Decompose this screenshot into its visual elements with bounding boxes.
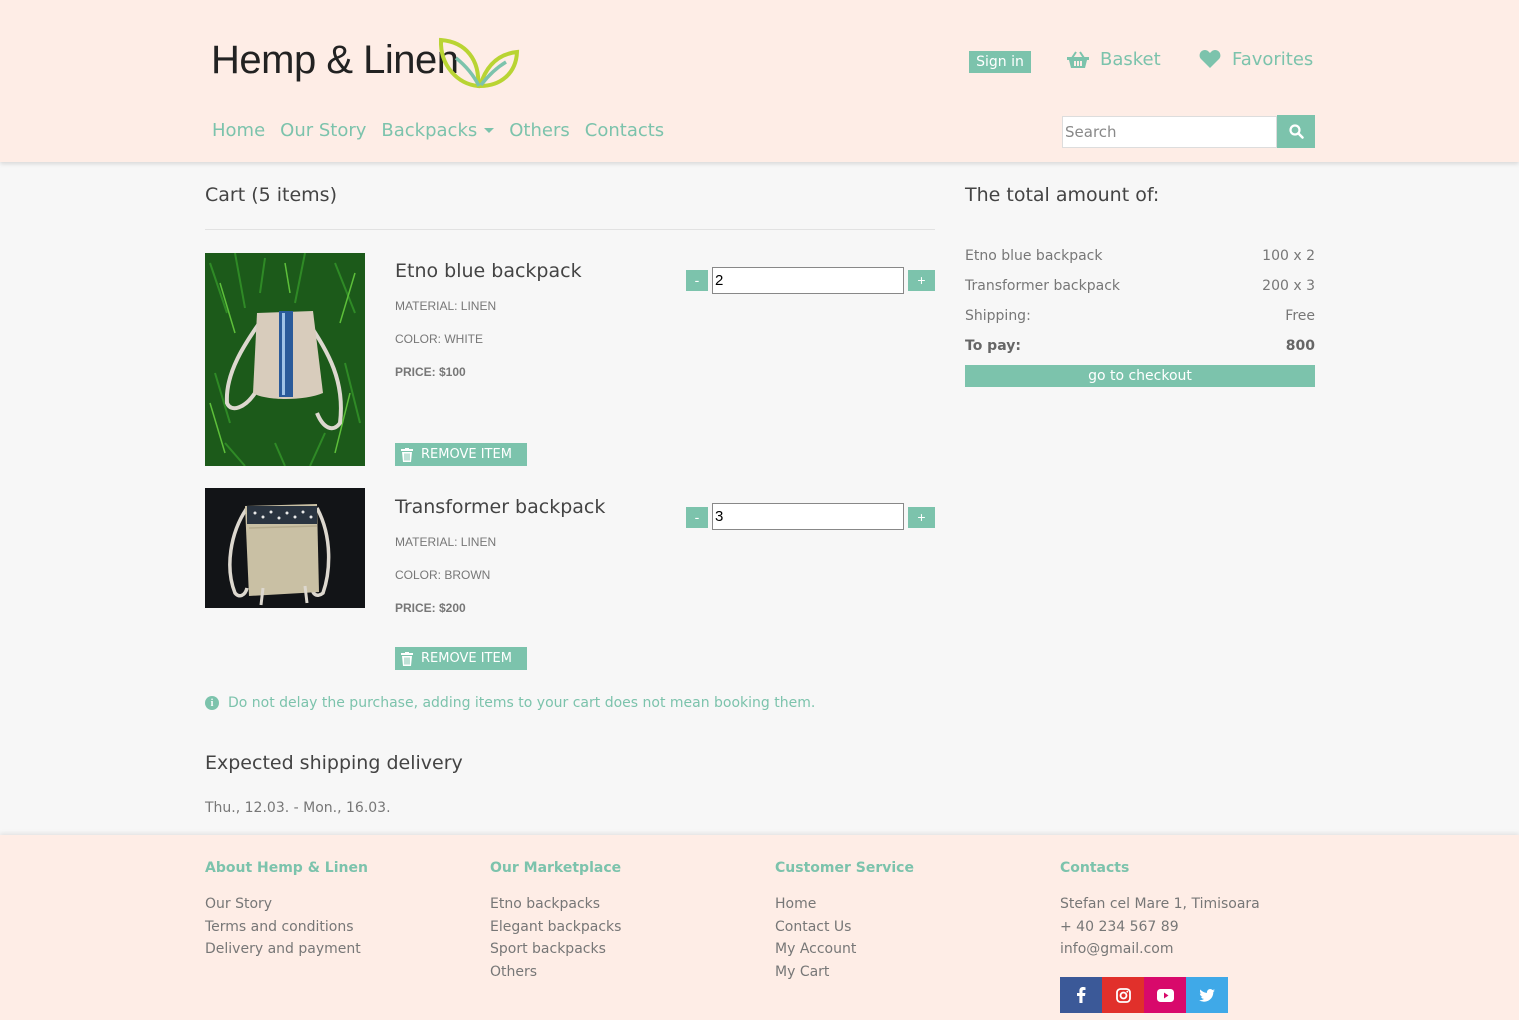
footer-link[interactable]: Home bbox=[775, 893, 914, 916]
footer-column-customer-service: Customer Service Home Contact Us My Acco… bbox=[775, 860, 914, 984]
qty-input[interactable] bbox=[712, 267, 904, 294]
remove-item-button[interactable]: REMOVE ITEM bbox=[395, 647, 527, 670]
summary-row: Transformer backpack 200 x 3 bbox=[965, 278, 1315, 294]
cart-notice-text: Do not delay the purchase, adding items … bbox=[228, 695, 816, 711]
cart-notice: i Do not delay the purchase, adding item… bbox=[205, 695, 815, 711]
footer-phone: + 40 234 567 89 bbox=[1060, 918, 1179, 935]
item-color: COLOR: WHITE bbox=[395, 332, 484, 346]
qty-increase-button[interactable]: + bbox=[908, 507, 935, 528]
item-price: PRICE: $100 bbox=[395, 365, 466, 379]
cart-divider bbox=[205, 229, 935, 230]
footer-link[interactable]: Terms and conditions bbox=[205, 916, 368, 939]
info-icon: i bbox=[205, 696, 219, 710]
caret-down-icon bbox=[484, 128, 495, 133]
summary-total-row: To pay: 800 bbox=[965, 338, 1315, 354]
footer-address: Stefan cel Mare 1, Timisoara bbox=[1060, 896, 1260, 912]
facebook-icon[interactable] bbox=[1060, 977, 1102, 1013]
summary-total-value: 800 bbox=[1285, 338, 1315, 354]
nav-others[interactable]: Others bbox=[509, 120, 570, 141]
instagram-icon[interactable] bbox=[1102, 977, 1144, 1013]
nav-home[interactable]: Home bbox=[212, 120, 265, 141]
basket-link[interactable]: Basket bbox=[1067, 49, 1161, 70]
qty-decrease-button[interactable]: - bbox=[686, 507, 708, 528]
item-material: MATERIAL: LINEN bbox=[395, 535, 497, 549]
search-input[interactable] bbox=[1062, 116, 1277, 148]
site-header: Hemp & Linen Sign in Basket Favorites Ho… bbox=[0, 0, 1519, 162]
footer-link[interactable]: Delivery and payment bbox=[205, 938, 368, 961]
footer-column-title: About Hemp & Linen bbox=[205, 860, 368, 876]
footer-link[interactable]: My Account bbox=[775, 938, 914, 961]
item-color: COLOR: BROWN bbox=[395, 568, 491, 582]
nav-contacts[interactable]: Contacts bbox=[585, 120, 664, 141]
checkout-button[interactable]: go to checkout bbox=[965, 365, 1315, 387]
summary-row-value: 100 x 2 bbox=[1262, 248, 1315, 264]
cart-title: Cart (5 items) bbox=[205, 184, 337, 206]
heart-icon bbox=[1199, 50, 1221, 68]
footer-link[interactable]: Sport backpacks bbox=[490, 938, 621, 961]
footer-column-title: Customer Service bbox=[775, 860, 914, 876]
site-footer: About Hemp & Linen Our Story Terms and c… bbox=[0, 835, 1519, 1020]
brand-logo-text[interactable]: Hemp & Linen bbox=[211, 38, 459, 83]
item-name[interactable]: Etno blue backpack bbox=[395, 260, 582, 282]
footer-link[interactable]: Contact Us bbox=[775, 916, 914, 939]
etno-blue-backpack-image[interactable] bbox=[205, 253, 365, 466]
trash-icon bbox=[401, 651, 413, 666]
footer-link[interactable]: Our Story bbox=[205, 893, 368, 916]
footer-column-marketplace: Our Marketplace Etno backpacks Elegant b… bbox=[490, 860, 621, 984]
trash-icon bbox=[401, 447, 413, 462]
qty-input[interactable] bbox=[712, 503, 904, 530]
nav-backpacks[interactable]: Backpacks bbox=[381, 120, 495, 141]
search-icon bbox=[1288, 124, 1304, 139]
qty-decrease-button[interactable]: - bbox=[686, 270, 708, 291]
leaf-logo-icon bbox=[438, 37, 520, 89]
summary-row: Etno blue backpack 100 x 2 bbox=[965, 248, 1315, 264]
footer-link[interactable]: Others bbox=[490, 961, 621, 984]
item-material: MATERIAL: LINEN bbox=[395, 299, 497, 313]
twitter-icon[interactable] bbox=[1186, 977, 1228, 1013]
remove-item-button[interactable]: REMOVE ITEM bbox=[395, 443, 527, 466]
summary-row-label: Shipping: bbox=[965, 308, 1031, 324]
remove-item-label: REMOVE ITEM bbox=[421, 651, 512, 666]
shipping-dates: Thu., 12.03. - Mon., 16.03. bbox=[205, 800, 391, 816]
qty-increase-button[interactable]: + bbox=[908, 270, 935, 291]
basket-icon bbox=[1067, 50, 1089, 68]
search-button[interactable] bbox=[1277, 115, 1315, 148]
transformer-backpack-image[interactable] bbox=[205, 488, 365, 608]
nav-our-story[interactable]: Our Story bbox=[280, 120, 366, 141]
nav-backpacks-label: Backpacks bbox=[381, 120, 478, 141]
sign-in-button[interactable]: Sign in bbox=[969, 51, 1031, 73]
footer-column-title: Contacts bbox=[1060, 860, 1130, 876]
summary-row-label: Etno blue backpack bbox=[965, 248, 1103, 264]
footer-column-title: Our Marketplace bbox=[490, 860, 622, 876]
item-price: PRICE: $200 bbox=[395, 601, 466, 615]
summary-total-label: To pay: bbox=[965, 338, 1021, 354]
main-nav: Home Our Story Backpacks Others Contacts bbox=[212, 120, 679, 141]
youtube-icon[interactable] bbox=[1144, 977, 1186, 1013]
summary-row: Shipping: Free bbox=[965, 308, 1315, 324]
favorites-label: Favorites bbox=[1232, 49, 1314, 70]
shipping-title: Expected shipping delivery bbox=[205, 752, 463, 774]
footer-link[interactable]: Etno backpacks bbox=[490, 893, 621, 916]
social-links bbox=[1060, 977, 1228, 1013]
summary-row-value: Free bbox=[1285, 308, 1315, 324]
basket-label: Basket bbox=[1100, 49, 1161, 70]
item-name[interactable]: Transformer backpack bbox=[395, 496, 605, 518]
footer-column-about: About Hemp & Linen Our Story Terms and c… bbox=[205, 860, 368, 961]
remove-item-label: REMOVE ITEM bbox=[421, 447, 512, 462]
footer-link[interactable]: My Cart bbox=[775, 961, 914, 984]
footer-email[interactable]: info@gmail.com bbox=[1060, 938, 1260, 961]
summary-title: The total amount of: bbox=[965, 184, 1160, 206]
footer-column-contacts: Contacts Stefan cel Mare 1, Timisoara + … bbox=[1060, 860, 1260, 961]
favorites-link[interactable]: Favorites bbox=[1199, 49, 1313, 70]
summary-row-value: 200 x 3 bbox=[1262, 278, 1315, 294]
footer-link[interactable]: Elegant backpacks bbox=[490, 916, 621, 939]
summary-row-label: Transformer backpack bbox=[965, 278, 1120, 294]
